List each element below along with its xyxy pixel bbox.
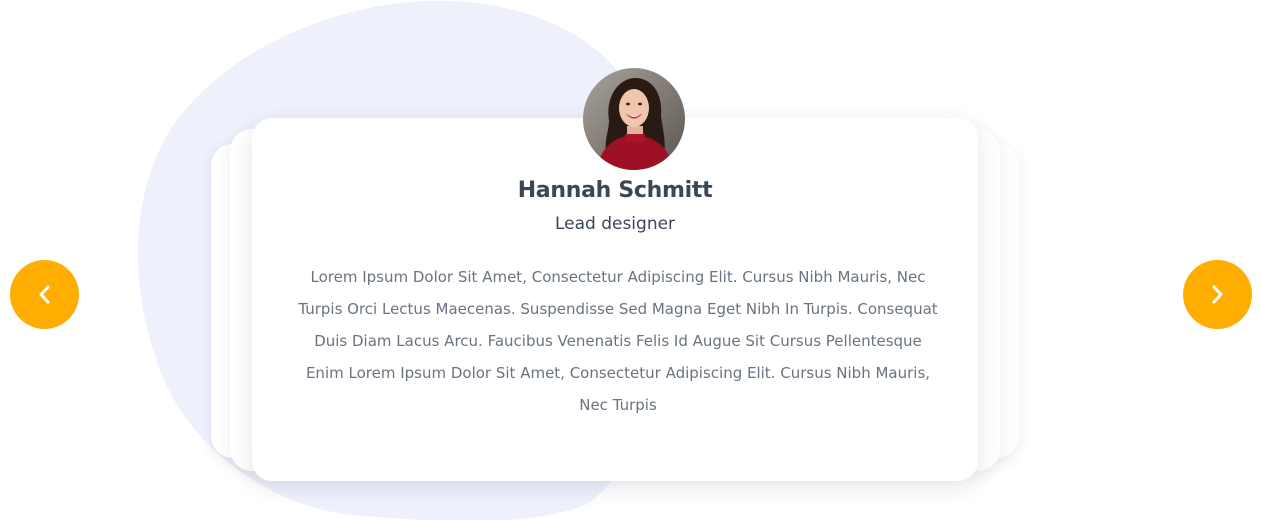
chevron-left-icon <box>39 285 50 304</box>
person-role: Lead designer <box>554 214 676 234</box>
testimonial-text: Lorem Ipsum Dolor Sit Amet, Consectetur … <box>298 268 938 414</box>
previous-button[interactable] <box>10 260 79 329</box>
next-button[interactable] <box>1183 260 1252 329</box>
avatar <box>583 68 685 170</box>
chevron-right-icon <box>1212 285 1223 304</box>
person-name: Hannah Schmitt <box>517 178 713 203</box>
